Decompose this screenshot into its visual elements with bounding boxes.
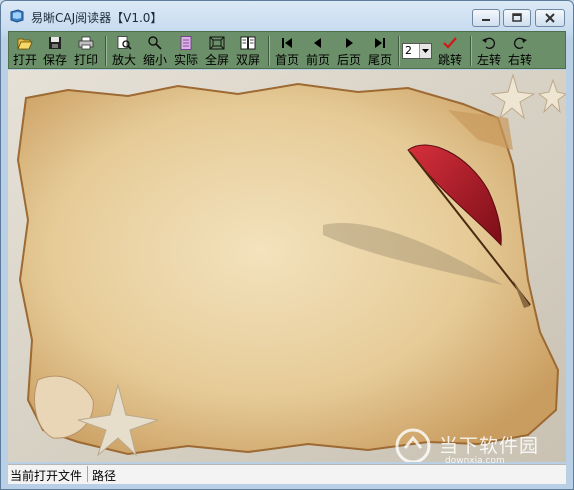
first-page-icon xyxy=(282,38,292,48)
folder-open-icon xyxy=(17,38,33,50)
dropdown-arrow[interactable] xyxy=(419,44,431,58)
app-window: 易晰CAJ阅读器【V1.0】 打开 保存 打印 放大 缩小 实际 全屏 双屏 首… xyxy=(0,0,574,490)
magnifier-icon xyxy=(148,36,162,50)
chevron-down-icon xyxy=(422,49,429,53)
checkmark-icon xyxy=(443,37,457,49)
zoom-in-button[interactable]: 放大 xyxy=(110,34,138,68)
open-label: 打开 xyxy=(12,53,37,67)
fullscreen-label: 全屏 xyxy=(204,53,229,67)
save-label: 保存 xyxy=(42,53,67,67)
printer-icon xyxy=(78,36,94,50)
toolbar-divider xyxy=(470,36,472,66)
floppy-disk-icon xyxy=(49,37,61,49)
print-button[interactable]: 打印 xyxy=(72,34,100,68)
maximize-icon xyxy=(512,13,522,22)
close-icon xyxy=(545,13,555,23)
rotate-right-button[interactable]: 右转 xyxy=(506,34,534,68)
next-page-button[interactable]: 后页 xyxy=(335,34,363,68)
print-label: 打印 xyxy=(73,53,98,67)
prev-arrow-icon xyxy=(314,38,321,48)
last-page-button[interactable]: 尾页 xyxy=(366,34,394,68)
page-number-select[interactable]: 2 xyxy=(402,43,432,59)
double-page-label: 双屏 xyxy=(235,53,260,67)
toolbar-divider xyxy=(268,36,270,66)
actual-size-page-icon xyxy=(180,36,192,50)
prev-page-label: 前页 xyxy=(305,53,330,67)
status-bar: 当前打开文件 路径 xyxy=(8,464,566,484)
page-zoom-icon xyxy=(117,36,132,50)
parchment-background-image xyxy=(8,70,566,462)
current-file-status: 当前打开文件 xyxy=(10,469,83,483)
zoom-out-label: 缩小 xyxy=(142,53,167,67)
rotate-left-button[interactable]: 左转 xyxy=(475,34,503,68)
status-divider xyxy=(87,466,88,482)
rotate-right-label: 右转 xyxy=(507,53,532,67)
rotate-right-icon xyxy=(514,37,527,49)
rotate-left-icon xyxy=(482,37,495,49)
last-page-icon xyxy=(375,38,385,48)
open-button[interactable]: 打开 xyxy=(11,34,39,68)
next-arrow-icon xyxy=(346,38,353,48)
first-page-button[interactable]: 首页 xyxy=(273,34,301,68)
save-button[interactable]: 保存 xyxy=(41,34,69,68)
watermark-name: 当下软件园 xyxy=(439,435,540,457)
first-page-label: 首页 xyxy=(274,53,299,67)
zoom-in-label: 放大 xyxy=(111,53,136,67)
toolbar-divider xyxy=(105,36,107,66)
maximize-button[interactable] xyxy=(503,9,531,27)
window-title: 易晰CAJ阅读器【V1.0】 xyxy=(31,11,163,25)
actual-size-label: 实际 xyxy=(173,53,198,67)
app-icon xyxy=(10,9,24,23)
path-status: 路径 xyxy=(92,469,117,483)
open-book-icon xyxy=(240,36,256,50)
fullscreen-button[interactable]: 全屏 xyxy=(203,34,231,68)
close-button[interactable] xyxy=(535,9,565,27)
next-page-label: 后页 xyxy=(336,53,361,67)
toolbar: 打开 保存 打印 放大 缩小 实际 全屏 双屏 首页 前页 后页 尾页 2 跳转… xyxy=(8,31,566,69)
actual-size-button[interactable]: 实际 xyxy=(172,34,200,68)
title-bar[interactable]: 易晰CAJ阅读器【V1.0】 xyxy=(1,1,573,31)
document-viewport[interactable] xyxy=(8,70,566,462)
minimize-button[interactable] xyxy=(472,9,500,27)
last-page-label: 尾页 xyxy=(367,53,392,67)
toolbar-divider xyxy=(398,36,400,66)
jump-label: 跳转 xyxy=(437,53,462,67)
fullscreen-icon xyxy=(209,36,225,50)
zoom-out-button[interactable]: 缩小 xyxy=(141,34,169,68)
rotate-left-label: 左转 xyxy=(476,53,501,67)
prev-page-button[interactable]: 前页 xyxy=(304,34,332,68)
jump-button[interactable]: 跳转 xyxy=(435,34,465,68)
page-number-value: 2 xyxy=(405,44,412,57)
double-page-button[interactable]: 双屏 xyxy=(234,34,262,68)
minimize-icon xyxy=(482,19,490,21)
